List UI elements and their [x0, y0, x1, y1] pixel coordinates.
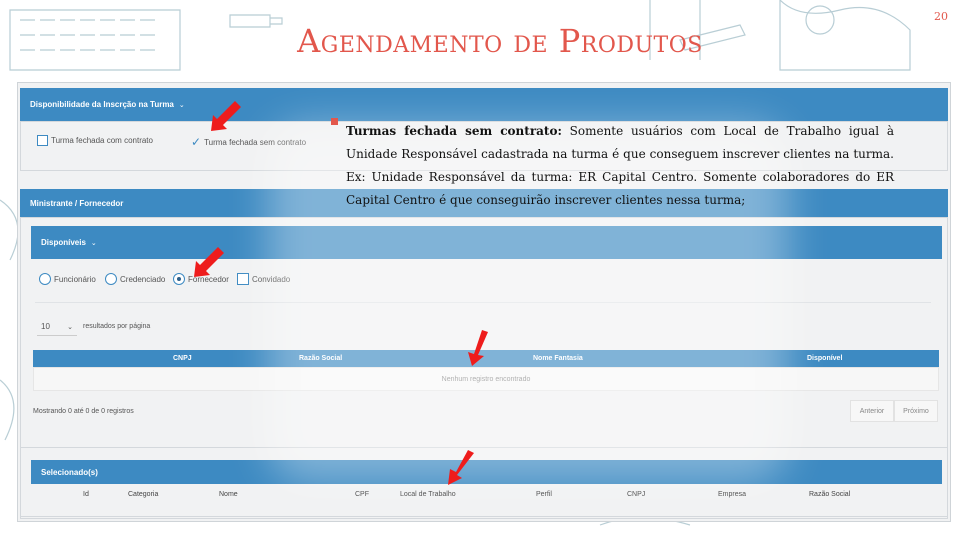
- page-size-label: resultados por página: [83, 323, 151, 330]
- checkmark-icon[interactable]: ✓: [191, 135, 201, 149]
- slide-title: Agendamento de Produtos: [297, 22, 703, 60]
- radio-funcionario[interactable]: Funcionário: [39, 273, 96, 285]
- col-categoria[interactable]: Categoria: [128, 491, 158, 498]
- next-button[interactable]: Próximo: [894, 400, 938, 422]
- explanation-note: Turmas fechada sem contrato: Somente usu…: [346, 120, 894, 212]
- col-cpf[interactable]: CPF: [355, 491, 369, 498]
- radio-icon[interactable]: [105, 273, 117, 285]
- slide-number: 20: [934, 10, 948, 23]
- table-info: Mostrando 0 até 0 de 0 registros: [33, 408, 134, 415]
- col-id[interactable]: Id: [83, 491, 89, 498]
- col-perfil[interactable]: Perfil: [536, 491, 552, 498]
- page-size-select[interactable]: 10 ⌄: [37, 318, 77, 336]
- red-arrow-icon: [448, 450, 474, 485]
- bullet-marker: [331, 118, 338, 125]
- checkbox-icon[interactable]: [37, 135, 48, 146]
- radio-funcionario-label: Funcionário: [54, 274, 96, 284]
- page-size-value: 10: [41, 322, 50, 331]
- closed-with-contract-label: Turma fechada com contrato: [51, 136, 153, 145]
- checkbox-icon[interactable]: [237, 273, 249, 285]
- red-arrow-icon: [468, 330, 488, 366]
- availability-header-label: Disponibilidade da Inscrção na Turma: [30, 100, 174, 109]
- available-header-label: Disponíveis: [41, 238, 86, 247]
- radio-selected-icon[interactable]: [173, 273, 185, 285]
- radio-icon[interactable]: [39, 273, 51, 285]
- chevron-down-icon: ⌄: [178, 101, 185, 109]
- chevron-down-icon: ⌄: [67, 323, 73, 331]
- availability-header[interactable]: Disponibilidade da Inscrção na Turma ⌄: [20, 88, 948, 121]
- minister-header-label: Ministrante / Fornecedor: [30, 198, 124, 208]
- col-empresa[interactable]: Empresa: [718, 491, 746, 498]
- radio-credenciado-label: Credenciado: [120, 274, 166, 284]
- col-cnpj-selected[interactable]: CNPJ: [627, 491, 645, 498]
- col-razao-social-selected[interactable]: Razão Social: [809, 491, 850, 498]
- col-cnpj[interactable]: CNPJ: [173, 355, 192, 362]
- closed-with-contract-option[interactable]: Turma fechada com contrato: [37, 135, 153, 146]
- col-disponivel[interactable]: Disponível: [807, 355, 842, 362]
- selected-table-header: Id Categoria Nome CPF Local de Trabalho …: [33, 486, 939, 500]
- red-arrow-icon: [194, 247, 224, 277]
- selected-header-label: Selecionado(s): [41, 467, 98, 477]
- col-local-de-trabalho[interactable]: Local de Trabalho: [400, 491, 456, 498]
- chevron-down-icon: ⌄: [90, 239, 97, 247]
- previous-button[interactable]: Anterior: [850, 400, 894, 422]
- note-lead: Turmas fechada sem contrato:: [346, 124, 562, 138]
- radio-credenciado[interactable]: Credenciado: [105, 273, 165, 285]
- red-arrow-icon: [211, 101, 241, 131]
- col-nome[interactable]: Nome: [219, 491, 238, 498]
